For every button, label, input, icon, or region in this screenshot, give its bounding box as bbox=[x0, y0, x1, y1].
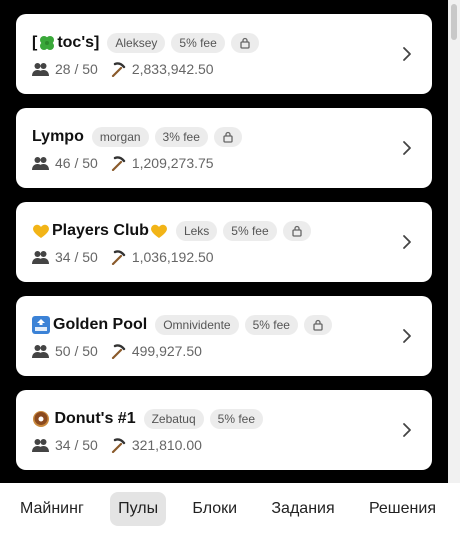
heart-icon bbox=[150, 224, 167, 238]
nav-item-tasks[interactable]: Задания bbox=[263, 492, 342, 526]
chevron-right-icon bbox=[403, 423, 411, 437]
members-count: 46 / 50 bbox=[55, 155, 98, 171]
pool-header: Players Club Leks 5% fee bbox=[32, 220, 317, 242]
lock-badge bbox=[213, 127, 242, 147]
users-icon bbox=[32, 63, 49, 76]
pool-name: Lympo bbox=[32, 128, 84, 146]
users-icon bbox=[32, 251, 49, 264]
pool-card[interactable]: [ toc's] Aleksey 5% fee 28 / 50 2,833,94… bbox=[16, 14, 432, 94]
pickaxe-icon bbox=[111, 250, 126, 265]
pool-name: [ toc's] bbox=[32, 34, 99, 52]
pool-header: Lympo morgan 3% fee bbox=[32, 126, 248, 148]
hashrate-value: 2,833,942.50 bbox=[131, 61, 214, 77]
pool-name-text: Players Club bbox=[52, 222, 149, 239]
members-stat: 46 / 50 bbox=[32, 155, 98, 171]
chevron-right-icon bbox=[403, 47, 411, 61]
hashrate-stat: 499,927.50 bbox=[110, 343, 202, 359]
pool-stats: 28 / 50 2,833,942.50 bbox=[32, 60, 226, 78]
members-count: 34 / 50 bbox=[55, 249, 98, 265]
nav-item-pools[interactable]: Пулы bbox=[110, 492, 167, 526]
pool-stats: 46 / 50 1,209,273.75 bbox=[32, 154, 226, 172]
owner-badge: Leks bbox=[175, 221, 218, 241]
owner-badge: Zebatuq bbox=[143, 409, 204, 429]
pickaxe-icon bbox=[111, 156, 126, 171]
members-count: 50 / 50 bbox=[55, 343, 98, 359]
pool-name-prefix: [ bbox=[32, 34, 38, 51]
chevron-right-icon bbox=[403, 329, 411, 343]
pool-name-text: Donut's #1 bbox=[50, 410, 136, 427]
pool-name: Golden Pool bbox=[32, 316, 147, 334]
pool-card[interactable]: Lympo morgan 3% fee 46 / 50 1,209,273.75 bbox=[16, 108, 432, 188]
pickaxe-icon bbox=[111, 344, 126, 359]
fee-badge: 5% fee bbox=[209, 409, 263, 429]
top-arrow-icon bbox=[32, 316, 50, 334]
nav-item-solutions[interactable]: Решения bbox=[361, 492, 444, 526]
members-stat: 34 / 50 bbox=[32, 249, 98, 265]
nav-item-blocks[interactable]: Блоки bbox=[184, 492, 245, 526]
members-stat: 34 / 50 bbox=[32, 437, 98, 453]
pool-header: Golden Pool Omnividente 5% fee bbox=[32, 314, 338, 336]
owner-badge: morgan bbox=[91, 127, 149, 147]
bottom-nav: Майнинг Пулы Блоки Задания Решения bbox=[0, 483, 460, 535]
pool-card[interactable]: Players Club Leks 5% fee 34 / 50 1,036,1… bbox=[16, 202, 432, 282]
scrollbar[interactable] bbox=[448, 0, 460, 483]
hashrate-stat: 321,810.00 bbox=[110, 437, 202, 453]
donut-icon bbox=[33, 411, 49, 427]
hashrate-stat: 1,036,192.50 bbox=[110, 249, 214, 265]
users-icon bbox=[32, 439, 49, 452]
chevron-right-icon bbox=[403, 141, 411, 155]
members-stat: 50 / 50 bbox=[32, 343, 98, 359]
lock-icon bbox=[292, 225, 302, 237]
pickaxe-icon bbox=[111, 438, 126, 453]
hashrate-value: 1,209,273.75 bbox=[131, 155, 214, 171]
lock-badge bbox=[303, 315, 332, 335]
lock-badge bbox=[282, 221, 311, 241]
pool-name-text: Golden Pool bbox=[53, 316, 148, 333]
hashrate-stat: 2,833,942.50 bbox=[110, 61, 214, 77]
lock-icon bbox=[223, 131, 233, 143]
pool-card[interactable]: Golden Pool Omnividente 5% fee 50 / 50 4… bbox=[16, 296, 432, 376]
heart-icon bbox=[33, 224, 49, 238]
members-stat: 28 / 50 bbox=[32, 61, 98, 77]
hashrate-value: 321,810.00 bbox=[131, 437, 202, 453]
pool-name-text: Lympo bbox=[32, 128, 84, 145]
fee-badge: 5% fee bbox=[223, 221, 277, 241]
scrollbar-thumb[interactable] bbox=[451, 4, 457, 40]
pool-list: [ toc's] Aleksey 5% fee 28 / 50 2,833,94… bbox=[0, 0, 448, 483]
pool-stats: 34 / 50 321,810.00 bbox=[32, 436, 214, 454]
members-count: 28 / 50 bbox=[55, 61, 98, 77]
pool-name: Donut's #1 bbox=[32, 410, 136, 428]
nav-item-mining[interactable]: Майнинг bbox=[12, 492, 92, 526]
pickaxe-icon bbox=[111, 62, 126, 77]
members-count: 34 / 50 bbox=[55, 437, 98, 453]
hashrate-stat: 1,209,273.75 bbox=[110, 155, 214, 171]
pool-name: Players Club bbox=[32, 222, 168, 240]
pool-header: [ toc's] Aleksey 5% fee bbox=[32, 32, 265, 54]
users-icon bbox=[32, 157, 49, 170]
pool-stats: 50 / 50 499,927.50 bbox=[32, 342, 214, 360]
hashrate-value: 1,036,192.50 bbox=[131, 249, 214, 265]
pool-stats: 34 / 50 1,036,192.50 bbox=[32, 248, 226, 266]
lock-badge bbox=[230, 33, 259, 53]
fee-badge: 5% fee bbox=[244, 315, 298, 335]
clover-icon bbox=[40, 36, 55, 50]
pool-header: Donut's #1 Zebatuq 5% fee bbox=[32, 408, 269, 430]
users-icon bbox=[32, 345, 49, 358]
owner-badge: Omnividente bbox=[155, 315, 239, 335]
pool-name-text: toc's] bbox=[57, 34, 100, 51]
pool-card[interactable]: Donut's #1 Zebatuq 5% fee 34 / 50 321,81… bbox=[16, 390, 432, 470]
fee-badge: 5% fee bbox=[171, 33, 225, 53]
lock-icon bbox=[240, 37, 250, 49]
lock-icon bbox=[313, 319, 323, 331]
owner-badge: Aleksey bbox=[107, 33, 166, 53]
chevron-right-icon bbox=[403, 235, 411, 249]
fee-badge: 3% fee bbox=[154, 127, 208, 147]
hashrate-value: 499,927.50 bbox=[131, 343, 202, 359]
